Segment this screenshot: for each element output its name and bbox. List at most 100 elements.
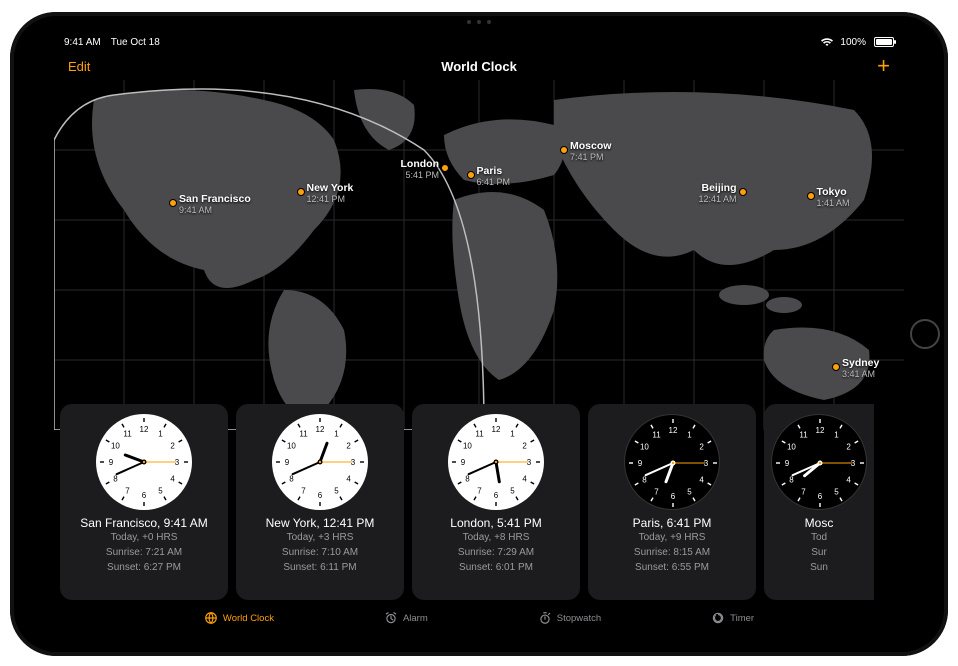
- home-button[interactable]: [910, 319, 940, 349]
- city-name: Paris: [477, 165, 503, 177]
- svg-text:6: 6: [818, 492, 823, 501]
- clock-card-row[interactable]: 123456789101112San Francisco, 9:41 AMTod…: [60, 404, 904, 600]
- svg-text:5: 5: [334, 487, 339, 496]
- svg-text:1: 1: [510, 429, 515, 438]
- clock-sunset: Sunset: 6:27 PM: [107, 560, 181, 575]
- svg-text:7: 7: [301, 487, 306, 496]
- tab-label: World Clock: [223, 613, 274, 624]
- status-bar: 9:41 AM Tue Oct 18 100%: [54, 32, 904, 52]
- clock-card-london[interactable]: 123456789101112London, 5:41 PMToday, +8 …: [412, 404, 580, 600]
- city-dot-icon: [739, 188, 747, 196]
- clock-city-time: London, 5:41 PM: [450, 516, 541, 530]
- svg-text:8: 8: [113, 475, 118, 484]
- map-city-tokyo[interactable]: Tokyo1:41 AM: [807, 192, 815, 200]
- svg-text:2: 2: [346, 442, 351, 451]
- clock-sunrise: Sur: [811, 545, 827, 560]
- map-city-san-francisco[interactable]: San Francisco9:41 AM: [169, 199, 177, 207]
- svg-text:6: 6: [318, 491, 323, 500]
- clock-city-time: Mosc: [805, 516, 834, 530]
- map-city-paris[interactable]: Paris6:41 PM: [467, 171, 475, 179]
- clock-sunset: Sunset: 6:11 PM: [283, 560, 356, 575]
- svg-text:10: 10: [787, 443, 796, 452]
- city-time: 6:41 PM: [477, 177, 511, 187]
- map-city-beijing[interactable]: Beijing12:41 AM: [739, 188, 747, 196]
- map-city-new-york[interactable]: New York12:41 PM: [297, 188, 305, 196]
- svg-text:7: 7: [125, 487, 130, 496]
- city-dot-icon: [832, 363, 840, 371]
- clock-offset: Today, +9 HRS: [639, 530, 706, 545]
- svg-text:6: 6: [494, 491, 499, 500]
- clock-sunset: Sun: [810, 560, 828, 575]
- clock-card-moscow[interactable]: 123456789101112MoscTodSurSun: [764, 404, 874, 600]
- alarm-icon: [384, 611, 398, 625]
- clock-city-time: New York, 12:41 PM: [266, 516, 375, 530]
- city-name: Beijing: [701, 182, 736, 194]
- edit-button[interactable]: Edit: [68, 59, 90, 74]
- svg-text:1: 1: [334, 429, 339, 438]
- clock-offset: Today, +8 HRS: [463, 530, 530, 545]
- city-name: San Francisco: [179, 193, 251, 205]
- svg-text:10: 10: [111, 442, 120, 451]
- city-name: New York: [307, 182, 354, 194]
- city-dot-icon: [467, 171, 475, 179]
- svg-text:9: 9: [785, 459, 790, 468]
- tab-world-clock[interactable]: World Clock: [204, 611, 274, 625]
- tab-stopwatch[interactable]: Stopwatch: [538, 611, 601, 625]
- tab-timer[interactable]: Timer: [711, 611, 754, 625]
- clock-card-san-francisco[interactable]: 123456789101112San Francisco, 9:41 AMTod…: [60, 404, 228, 600]
- svg-text:8: 8: [465, 475, 470, 484]
- clock-city-time: San Francisco, 9:41 AM: [80, 516, 207, 530]
- clock-card-new-york[interactable]: 123456789101112New York, 12:41 PMToday, …: [236, 404, 404, 600]
- city-time: 12:41 AM: [698, 194, 736, 204]
- svg-text:12: 12: [492, 425, 501, 434]
- svg-text:1: 1: [687, 430, 692, 439]
- city-dot-icon: [807, 192, 815, 200]
- world-map-svg: [54, 80, 904, 430]
- city-time: 9:41 AM: [179, 205, 212, 215]
- city-name: Moscow: [570, 140, 611, 152]
- svg-text:2: 2: [522, 442, 527, 451]
- svg-text:1: 1: [834, 430, 839, 439]
- map-city-moscow[interactable]: Moscow7:41 PM: [560, 146, 568, 154]
- timer-icon: [711, 611, 725, 625]
- svg-text:8: 8: [789, 476, 794, 485]
- add-button[interactable]: +: [877, 55, 890, 77]
- svg-text:11: 11: [475, 429, 484, 438]
- battery-icon: [872, 37, 894, 47]
- world-map[interactable]: San Francisco9:41 AM New York12:41 PM Lond…: [54, 80, 904, 430]
- svg-text:5: 5: [510, 487, 515, 496]
- svg-text:2: 2: [699, 443, 704, 452]
- svg-text:7: 7: [654, 488, 659, 497]
- clock-sunrise: Sunrise: 7:21 AM: [106, 545, 182, 560]
- clock-card-paris[interactable]: 123456789101112Paris, 6:41 PMToday, +9 H…: [588, 404, 756, 600]
- clock-face: 123456789101112: [272, 414, 368, 510]
- clock-offset: Today, +3 HRS: [287, 530, 354, 545]
- tab-alarm[interactable]: Alarm: [384, 611, 428, 625]
- city-time: 5:41 PM: [405, 170, 439, 180]
- svg-text:12: 12: [816, 426, 825, 435]
- city-time: 1:41 AM: [817, 198, 850, 208]
- svg-text:11: 11: [799, 430, 808, 439]
- battery-percent: 100%: [840, 37, 866, 48]
- svg-text:4: 4: [846, 476, 851, 485]
- clock-sunrise: Sunrise: 7:10 AM: [282, 545, 358, 560]
- wifi-icon: [820, 37, 834, 47]
- city-name: Sydney: [842, 357, 879, 369]
- clock-city-time: Paris, 6:41 PM: [633, 516, 712, 530]
- city-dot-icon: [169, 199, 177, 207]
- svg-text:5: 5: [834, 488, 839, 497]
- city-time: 7:41 PM: [570, 152, 604, 162]
- svg-text:11: 11: [299, 429, 308, 438]
- tab-label: Alarm: [403, 613, 428, 624]
- map-city-london[interactable]: London5:41 PM: [441, 164, 449, 172]
- page-title: World Clock: [441, 59, 517, 74]
- city-dot-icon: [560, 146, 568, 154]
- svg-text:9: 9: [461, 458, 466, 467]
- clock-face: 123456789101112: [96, 414, 192, 510]
- svg-text:9: 9: [109, 458, 114, 467]
- city-dot-icon: [441, 164, 449, 172]
- city-name: Tokyo: [817, 186, 847, 198]
- svg-text:2: 2: [170, 442, 175, 451]
- map-city-sydney[interactable]: Sydney3:41 AM: [832, 363, 840, 371]
- svg-text:5: 5: [158, 487, 163, 496]
